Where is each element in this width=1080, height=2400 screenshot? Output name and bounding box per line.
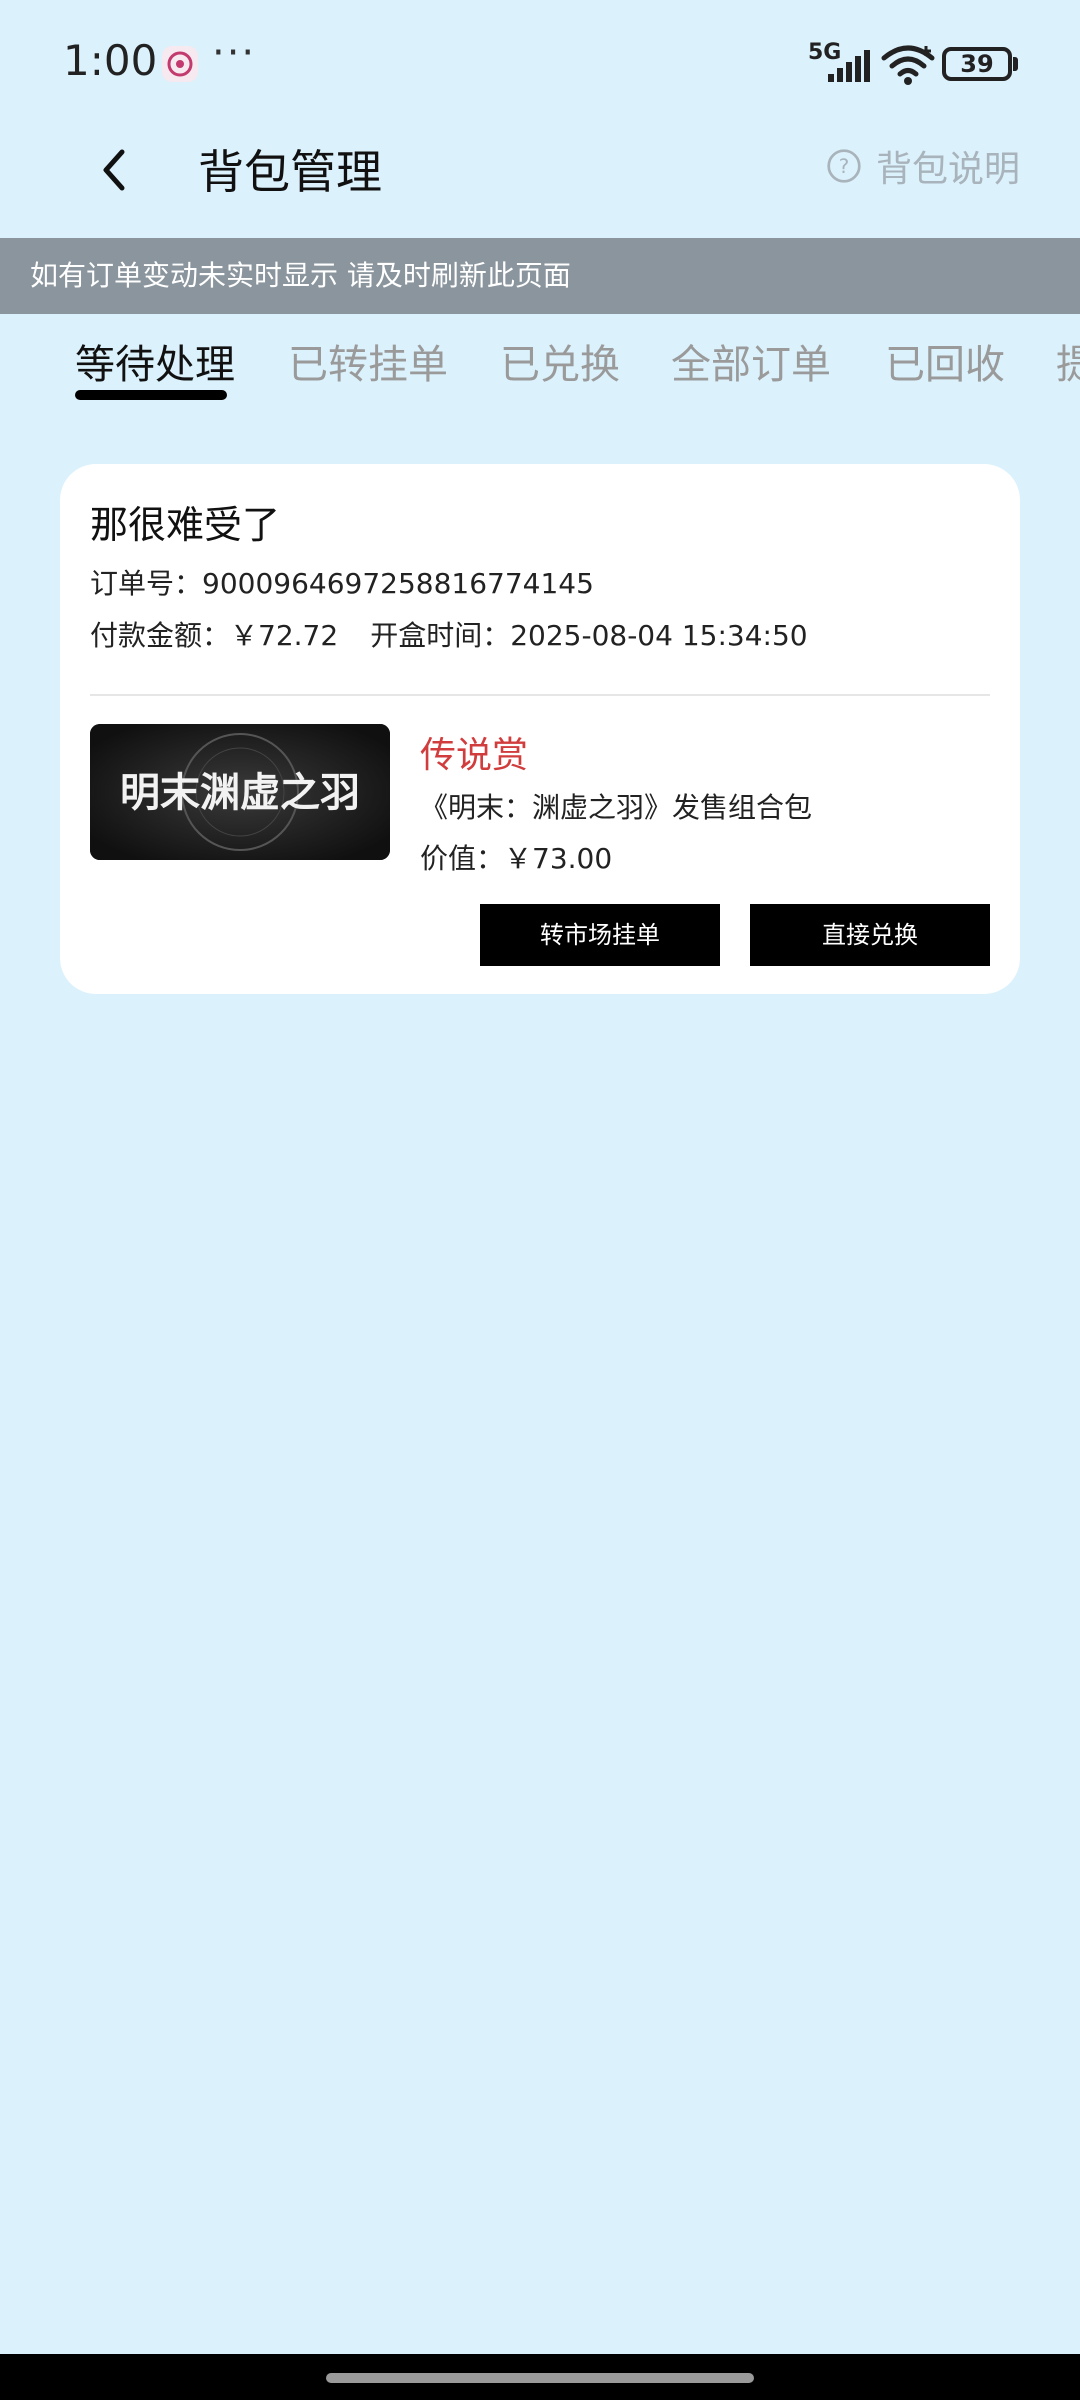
battery-cap: [1013, 57, 1018, 71]
product-value-row: 价值：￥73.00: [420, 837, 612, 877]
order-number-label: 订单号：: [90, 567, 203, 600]
paid-amount: ￥72.72: [230, 619, 339, 652]
cellular-signal-icon: [828, 50, 870, 82]
tab-bar: 等待处理 已转挂单 已兑换 全部订单 已回收 提: [0, 314, 1080, 414]
tab-listed[interactable]: 已转挂单: [288, 332, 448, 390]
product-value-label: 价值：: [420, 842, 505, 875]
product-cover-text: 明末渊虚之羽: [120, 769, 360, 816]
product-value: ￥73.00: [504, 842, 613, 875]
product-name: 《明末：渊虚之羽》发售组合包: [420, 791, 813, 824]
active-tab-indicator: [75, 390, 227, 400]
product-cover-image: 明末渊虚之羽: [90, 724, 390, 860]
paid-label: 付款金额：: [90, 619, 231, 652]
product-thumbnail: 明末渊虚之羽: [90, 724, 390, 860]
page-header: 背包管理 ? 背包说明: [0, 126, 1080, 238]
notice-banner: 如有订单变动未实时显示 请及时刷新此页面: [0, 238, 1080, 314]
chevron-left-icon[interactable]: [84, 140, 144, 200]
wifi-icon: [881, 45, 935, 85]
help-button[interactable]: ? 背包说明: [826, 140, 1020, 192]
home-indicator[interactable]: [326, 2373, 754, 2383]
reward-tier: 传说赏: [420, 735, 529, 776]
direct-redeem-button[interactable]: 直接兑换: [750, 904, 990, 966]
tab-more[interactable]: 提: [1056, 332, 1080, 390]
more-dots: ···: [212, 30, 257, 76]
notification-app-icon: [162, 46, 198, 82]
status-bar: 1:00 ··· 5G 39: [0, 0, 1080, 126]
order-meta-row: 付款金额：￥72.72 开盒时间：2025-08-04 15:34:50: [90, 614, 808, 654]
status-time: 1:00: [63, 36, 158, 85]
svg-text:?: ?: [839, 155, 850, 178]
question-circle-icon: ?: [827, 149, 861, 183]
order-card: 那很难受了 订单号：9000964697258816774145 付款金额：￥7…: [60, 464, 1020, 994]
system-nav-bar: [0, 2354, 1080, 2400]
battery-indicator: 39: [942, 47, 1012, 81]
open-time-label: 开盒时间：: [370, 619, 511, 652]
tab-redeemed[interactable]: 已兑换: [500, 332, 620, 390]
order-number-row: 订单号：9000964697258816774145: [90, 562, 594, 602]
open-time: 2025-08-04 15:34:50: [510, 619, 808, 652]
help-label: 背包说明: [875, 149, 1020, 190]
order-number: 9000964697258816774145: [202, 567, 594, 600]
market-listing-button[interactable]: 转市场挂单: [480, 904, 720, 966]
tab-recycled[interactable]: 已回收: [885, 332, 1005, 390]
page-title: 背包管理: [198, 145, 382, 199]
tab-pending[interactable]: 等待处理: [75, 332, 235, 390]
card-divider: [90, 694, 990, 696]
tab-all-orders[interactable]: 全部订单: [671, 332, 831, 390]
order-title: 那很难受了: [90, 503, 281, 547]
